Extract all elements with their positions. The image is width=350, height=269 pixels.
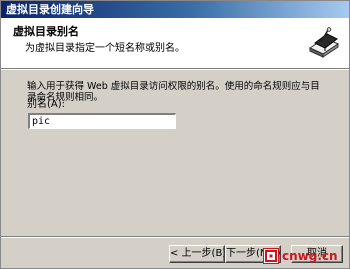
title-bar[interactable]: 虚拟目录创建向导 bbox=[1, 1, 349, 18]
footer-divider bbox=[1, 236, 349, 238]
wizard-window: 虚拟目录创建向导 虚拟目录别名 为虚拟目录指定一个短名称或别名。 输入用于获得 … bbox=[0, 0, 350, 269]
alias-label: 别名(A): bbox=[27, 99, 66, 110]
back-button[interactable]: < 上一步(B) bbox=[169, 245, 225, 263]
site-logo-icon bbox=[263, 248, 279, 264]
watermark-text: cnwg.cn bbox=[282, 249, 338, 263]
window-title: 虚拟目录创建向导 bbox=[6, 3, 94, 16]
wizard-header: 虚拟目录别名 为虚拟目录指定一个短名称或别名。 bbox=[1, 18, 349, 68]
header-divider bbox=[1, 68, 349, 70]
header-title: 虚拟目录别名 bbox=[13, 25, 79, 38]
site-watermark: cnwg.cn bbox=[263, 245, 349, 267]
wizard-book-icon bbox=[308, 27, 340, 58]
instruction-text: 输入用于获得 Web 虚拟目录访问权限的别名。使用的命名规则应与目录命名规则相同… bbox=[27, 81, 320, 103]
alias-input[interactable] bbox=[28, 113, 176, 129]
header-subtitle: 为虚拟目录指定一个短名称或别名。 bbox=[25, 43, 185, 54]
